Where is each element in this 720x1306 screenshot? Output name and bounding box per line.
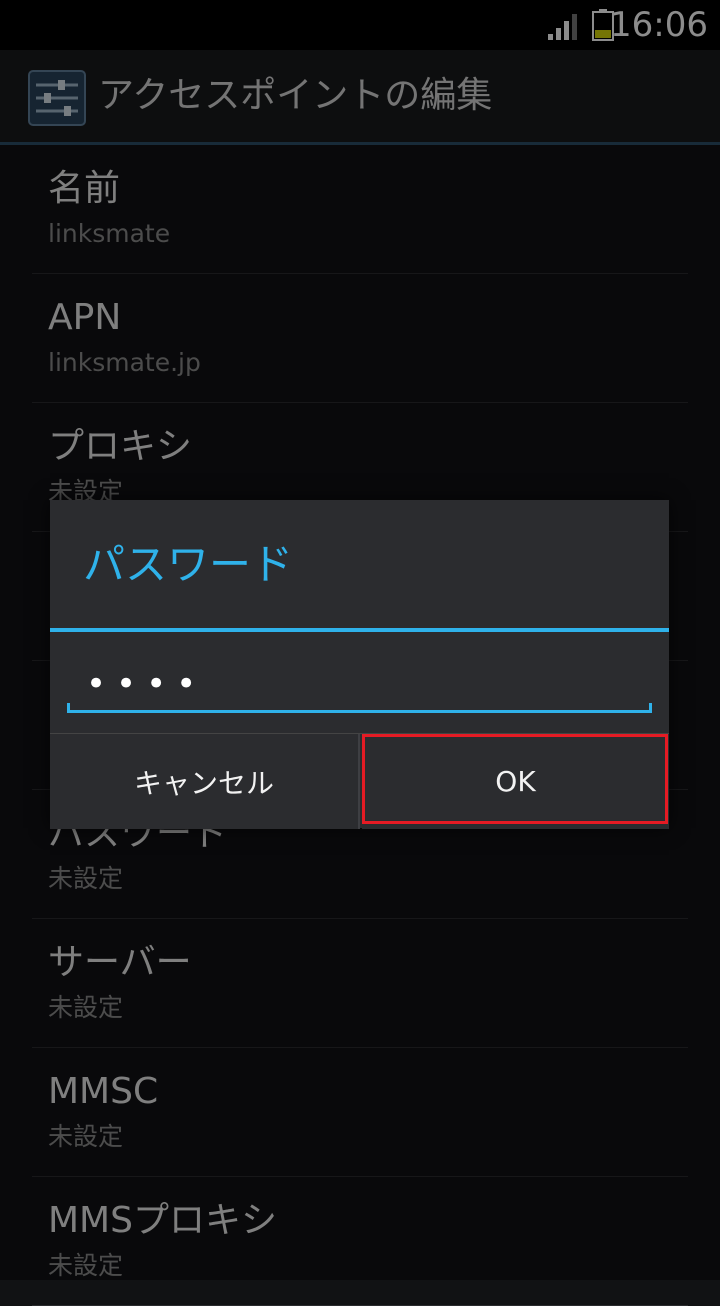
ok-button[interactable]: OK bbox=[362, 734, 669, 829]
cancel-button[interactable]: キャンセル bbox=[50, 734, 360, 829]
dialog-title: パスワード bbox=[83, 540, 294, 589]
password-input[interactable] bbox=[68, 660, 651, 708]
input-underline bbox=[67, 703, 652, 713]
dialog-body bbox=[50, 632, 669, 733]
password-dialog: パスワード キャンセル OK bbox=[50, 500, 669, 829]
dialog-button-bar: キャンセル OK bbox=[50, 733, 669, 829]
